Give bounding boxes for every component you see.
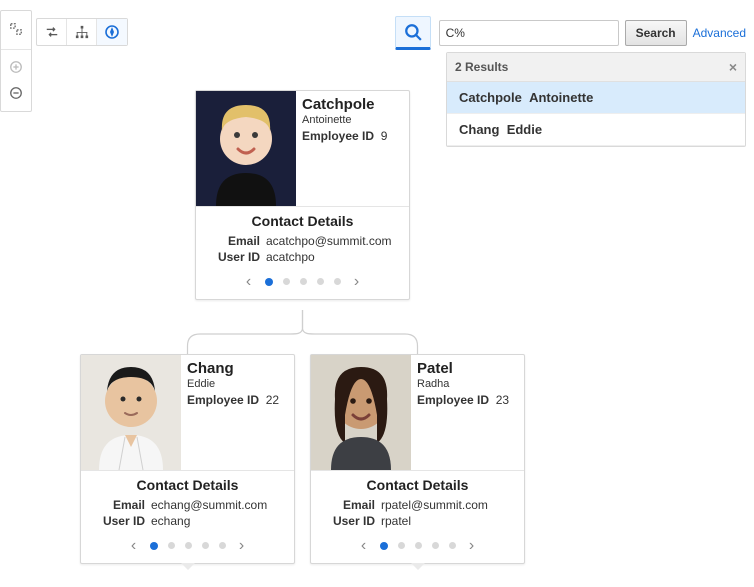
contact-heading: Contact Details xyxy=(311,471,524,497)
card-pager: ‹ › xyxy=(81,529,294,563)
userid-value: echang xyxy=(151,514,190,528)
last-name: Patel xyxy=(417,361,518,378)
zoom-plus-icon[interactable] xyxy=(1,49,31,77)
tab-hierarchy[interactable] xyxy=(67,19,97,45)
employee-id: Employee ID 22 xyxy=(187,393,288,407)
last-name: Chang xyxy=(187,361,288,378)
person-card-child[interactable]: Patel Radha Employee ID 23 Contact Detai… xyxy=(310,354,525,564)
org-chart: Catchpole Antoinette Employee ID 9 Conta… xyxy=(0,90,754,587)
contact-heading: Contact Details xyxy=(81,471,294,497)
userid-value: rpatel xyxy=(381,514,411,528)
userid-value: acatchpo xyxy=(266,250,315,264)
tab-arrange[interactable] xyxy=(37,19,67,45)
search-icon[interactable] xyxy=(395,16,431,50)
tab-compass[interactable] xyxy=(97,19,127,45)
search-input[interactable] xyxy=(439,20,619,46)
pager-next-icon[interactable]: › xyxy=(234,537,250,555)
pager-dot[interactable] xyxy=(432,542,439,549)
pager-dot[interactable] xyxy=(265,278,273,286)
email-value: acatchpo@summit.com xyxy=(266,234,392,248)
pager-dot[interactable] xyxy=(168,542,175,549)
pager-dot[interactable] xyxy=(150,542,158,550)
avatar xyxy=(81,355,181,470)
first-name: Radha xyxy=(417,378,518,391)
person-card-child[interactable]: Chang Eddie Employee ID 22 Contact Detai… xyxy=(80,354,295,564)
pager-dot[interactable] xyxy=(185,542,192,549)
close-icon[interactable]: × xyxy=(729,59,737,75)
avatar xyxy=(196,91,296,206)
employee-id: Employee ID 23 xyxy=(417,393,518,407)
pager-prev-icon[interactable]: ‹ xyxy=(126,537,142,555)
pager-dot[interactable] xyxy=(317,278,324,285)
view-tabs xyxy=(36,18,128,46)
advanced-link[interactable]: Advanced xyxy=(693,26,746,40)
first-name: Antoinette xyxy=(302,114,403,127)
person-card-root[interactable]: Catchpole Antoinette Employee ID 9 Conta… xyxy=(195,90,410,300)
pager-dot[interactable] xyxy=(219,542,226,549)
pager-dot[interactable] xyxy=(202,542,209,549)
email-value: rpatel@summit.com xyxy=(381,498,488,512)
select-icon[interactable] xyxy=(1,15,31,43)
employee-id: Employee ID 9 xyxy=(302,129,403,143)
contact-heading: Contact Details xyxy=(196,207,409,233)
pager-next-icon[interactable]: › xyxy=(464,537,480,555)
pager-dot[interactable] xyxy=(334,278,341,285)
pager-next-icon[interactable]: › xyxy=(349,273,365,291)
pager-dot[interactable] xyxy=(300,278,307,285)
card-pager: ‹ › xyxy=(196,265,409,299)
pager-dot[interactable] xyxy=(398,542,405,549)
search-bar: Search Advanced xyxy=(395,16,746,50)
pager-prev-icon[interactable]: ‹ xyxy=(356,537,372,555)
card-pager: ‹ › xyxy=(311,529,524,563)
pager-prev-icon[interactable]: ‹ xyxy=(241,273,257,291)
first-name: Eddie xyxy=(187,378,288,391)
avatar xyxy=(311,355,411,470)
email-value: echang@summit.com xyxy=(151,498,267,512)
pager-dot[interactable] xyxy=(415,542,422,549)
pager-dot[interactable] xyxy=(449,542,456,549)
results-count: 2 Results xyxy=(455,60,508,74)
pager-dot[interactable] xyxy=(380,542,388,550)
last-name: Catchpole xyxy=(302,97,403,114)
pager-dot[interactable] xyxy=(283,278,290,285)
search-button[interactable]: Search xyxy=(625,20,687,46)
